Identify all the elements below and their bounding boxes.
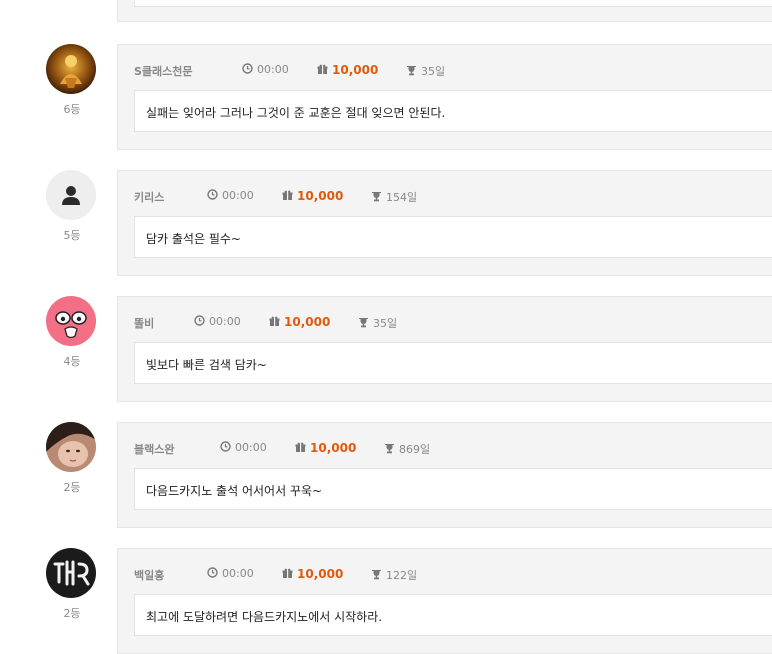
rank-label: 2등 bbox=[63, 607, 81, 620]
entry-message: 다음드카지노 출석 어서어서 꾸욱~ bbox=[134, 468, 772, 510]
entry-panel: 똘비 00:00 10,000 35일 빛보다 빠른 검색 담카~ bbox=[117, 296, 772, 402]
days-value: 35일 bbox=[373, 317, 398, 330]
time-value: 00:00 bbox=[257, 63, 289, 76]
time-info: 00:00 bbox=[207, 189, 254, 202]
entry-message: 빛보다 빠른 검색 담카~ bbox=[134, 342, 772, 384]
previous-entry-message bbox=[134, 0, 772, 7]
clock-icon bbox=[242, 63, 253, 74]
avatar-column: 2등 bbox=[46, 548, 98, 621]
time-value: 00:00 bbox=[209, 315, 241, 328]
trophy-icon bbox=[372, 192, 381, 202]
clock-icon bbox=[194, 315, 205, 326]
time-value: 00:00 bbox=[222, 567, 254, 580]
days-info: 869일 bbox=[384, 441, 430, 457]
user-name[interactable]: S클래스천문 bbox=[134, 63, 193, 79]
points-info: 10,000 bbox=[269, 315, 330, 329]
time-value: 00:00 bbox=[235, 441, 267, 454]
entry-panel: 블랙스완 00:00 10,000 869일 다음드카지노 출석 어서어서 꾸욱… bbox=[117, 422, 772, 528]
time-info: 00:00 bbox=[194, 315, 241, 328]
avatar-column: 5등 bbox=[46, 170, 98, 243]
avatar-column: 6등 bbox=[46, 44, 98, 117]
attendance-list: 6등 S클래스천문 00:00 10,000 35일 실패는 잊어라 그러나 그… bbox=[0, 0, 772, 654]
entry-message: 담카 출석은 필수~ bbox=[134, 216, 772, 258]
attendance-entry: 4등 똘비 00:00 10,000 35일 빛보다 빠른 검색 담카~ bbox=[0, 296, 772, 402]
trophy-icon bbox=[372, 570, 381, 580]
gift-icon bbox=[282, 190, 293, 200]
rank-label: 2등 bbox=[63, 481, 81, 494]
time-info: 00:00 bbox=[242, 63, 289, 76]
entry-message: 실패는 잊어라 그러나 그것이 준 교훈은 절대 잊으면 안된다. bbox=[134, 90, 772, 132]
trophy-icon bbox=[385, 444, 394, 454]
neon-sign-avatar[interactable] bbox=[46, 548, 96, 598]
clock-icon bbox=[220, 441, 231, 452]
points-info: 10,000 bbox=[282, 189, 343, 203]
avatar-column: 2등 bbox=[46, 422, 98, 495]
trophy-icon bbox=[407, 66, 416, 76]
points-value: 10,000 bbox=[284, 315, 331, 329]
attendance-entry: 2등 블랙스완 00:00 10,000 869일 다음드카지노 출석 어서어서… bbox=[0, 422, 772, 528]
entry-panel: 키리스 00:00 10,000 154일 담카 출석은 필수~ bbox=[117, 170, 772, 276]
previous-entry-panel bbox=[117, 0, 772, 22]
points-value: 10,000 bbox=[332, 63, 379, 77]
rank-label: 6등 bbox=[63, 103, 81, 116]
days-value: 869일 bbox=[399, 443, 431, 456]
points-info: 10,000 bbox=[295, 441, 356, 455]
rank-label: 4등 bbox=[63, 355, 81, 368]
points-value: 10,000 bbox=[310, 441, 357, 455]
user-name[interactable]: 똘비 bbox=[134, 315, 154, 331]
entry-panel: 백일홍 00:00 10,000 122일 최고에 도달하려면 다음드카지노에서… bbox=[117, 548, 772, 654]
days-info: 122일 bbox=[371, 567, 417, 583]
gift-icon bbox=[269, 316, 280, 326]
rank-label: 5등 bbox=[63, 229, 81, 242]
entry-message: 최고에 도달하려면 다음드카지노에서 시작하라. bbox=[134, 594, 772, 636]
days-info: 35일 bbox=[406, 63, 445, 79]
days-info: 154일 bbox=[371, 189, 417, 205]
attendance-entry: 2등 백일홍 00:00 10,000 122일 최고에 도달하려면 다음드카지… bbox=[0, 548, 772, 654]
time-value: 00:00 bbox=[222, 189, 254, 202]
clock-icon bbox=[207, 189, 218, 200]
entry-panel: S클래스천문 00:00 10,000 35일 실패는 잊어라 그러나 그것이 … bbox=[117, 44, 772, 150]
user-name[interactable]: 백일홍 bbox=[134, 567, 164, 583]
gift-icon bbox=[317, 64, 328, 74]
points-value: 10,000 bbox=[297, 567, 344, 581]
days-value: 35일 bbox=[421, 65, 446, 78]
gift-icon bbox=[282, 568, 293, 578]
clock-icon bbox=[207, 567, 218, 578]
attendance-entry: 6등 S클래스천문 00:00 10,000 35일 실패는 잊어라 그러나 그… bbox=[0, 44, 772, 150]
avatar-column: 4등 bbox=[46, 296, 98, 369]
points-info: 10,000 bbox=[317, 63, 378, 77]
trophy-icon bbox=[359, 318, 368, 328]
days-info: 35일 bbox=[358, 315, 397, 331]
points-value: 10,000 bbox=[297, 189, 344, 203]
user-name[interactable]: 블랙스완 bbox=[134, 441, 174, 457]
time-info: 00:00 bbox=[207, 567, 254, 580]
attendance-entry: 5등 키리스 00:00 10,000 154일 담카 출석은 필수~ bbox=[0, 170, 772, 276]
photo-avatar[interactable] bbox=[46, 422, 96, 472]
default-user-avatar[interactable] bbox=[46, 170, 96, 220]
time-info: 00:00 bbox=[220, 441, 267, 454]
pink-face-avatar[interactable] bbox=[46, 296, 96, 346]
days-value: 154일 bbox=[386, 191, 418, 204]
user-name[interactable]: 키리스 bbox=[134, 189, 164, 205]
gift-icon bbox=[295, 442, 306, 452]
golden-statue-avatar[interactable] bbox=[46, 44, 96, 94]
points-info: 10,000 bbox=[282, 567, 343, 581]
days-value: 122일 bbox=[386, 569, 418, 582]
